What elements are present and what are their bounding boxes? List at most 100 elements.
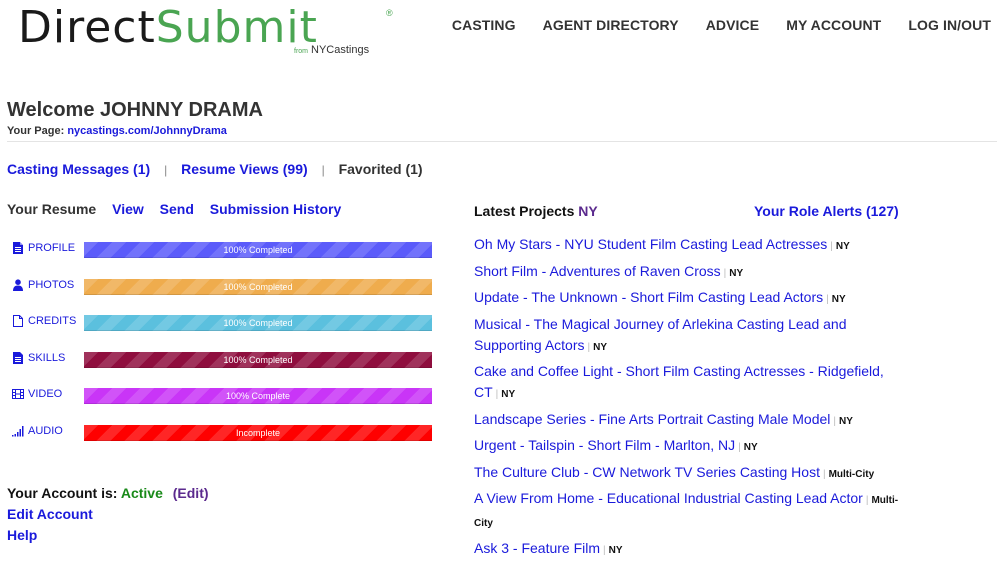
your-page-link[interactable]: nycastings.com/JohnnyDrama — [67, 125, 227, 137]
role-alerts-link[interactable]: Your Role Alerts (127) — [754, 203, 899, 219]
resume-section-credits[interactable]: CREDITS 100% Completed — [12, 313, 432, 333]
progress-bar: 100% Completed — [84, 242, 432, 258]
resume-section-label[interactable]: SKILLS — [12, 352, 65, 364]
project-link[interactable]: Update - The Unknown - Short Film Castin… — [474, 289, 823, 305]
section-name: CREDITS — [28, 315, 77, 327]
account-status: Active — [120, 485, 163, 501]
resume-view-link[interactable]: View — [112, 201, 144, 217]
submission-history-link[interactable]: Submission History — [210, 201, 341, 217]
resume-section-label[interactable]: PROFILE — [12, 242, 75, 254]
nav-log-in-out[interactable]: LOG IN/OUT — [908, 17, 991, 33]
signal-icon — [12, 426, 24, 437]
nav-my-account[interactable]: MY ACCOUNT — [786, 17, 881, 33]
resume-section-label[interactable]: CREDITS — [12, 315, 76, 327]
account-panel: Your Account is: Active (Edit) Edit Acco… — [7, 483, 209, 546]
separator: | — [822, 468, 826, 480]
main-nav: CASTING AGENT DIRECTORY ADVICE MY ACCOUN… — [425, 17, 991, 33]
project-link[interactable]: Landscape Series - Fine Arts Portrait Ca… — [474, 411, 830, 427]
progress-fill: 100% Completed — [84, 279, 432, 295]
project-item: Landscape Series - Fine Arts Portrait Ca… — [474, 409, 904, 432]
separator: | — [587, 341, 591, 353]
project-location: NY — [835, 241, 850, 252]
project-link[interactable]: Oh My Stars - NYU Student Film Casting L… — [474, 236, 827, 252]
logo-from: from — [294, 48, 308, 55]
resume-section-label[interactable]: AUDIO — [12, 425, 63, 437]
resume-views-link[interactable]: Resume Views (99) — [181, 161, 308, 177]
account-edit-link[interactable]: (Edit) — [173, 485, 209, 501]
logo-wordmark: DirectSubmit — [18, 6, 318, 50]
project-link[interactable]: Urgent - Tailspin - Short Film - Marlton… — [474, 437, 735, 453]
projects-list: Oh My Stars - NYU Student Film Casting L… — [474, 234, 904, 564]
project-link[interactable]: Musical - The Magical Journey of Arlekin… — [474, 316, 847, 353]
section-name: AUDIO — [28, 425, 63, 437]
project-item: Urgent - Tailspin - Short Film - Marlton… — [474, 435, 904, 458]
latest-projects-heading: Latest Projects NY — [474, 203, 598, 219]
project-location: NY — [729, 267, 744, 279]
file-outline-icon — [13, 315, 23, 327]
your-page-label: Your Page: — [7, 125, 65, 137]
separator: | — [738, 442, 741, 453]
project-item: The Culture Club - CW Network TV Series … — [474, 462, 904, 485]
progress-bar: 100% Completed — [84, 315, 432, 331]
project-link[interactable]: Short Film - Adventures of Raven Cross — [474, 263, 721, 279]
your-page: Your Page: nycastings.com/JohnnyDrama — [7, 125, 227, 137]
progress-fill: 100% Complete — [84, 388, 432, 404]
separator: | — [321, 163, 325, 177]
section-name: PROFILE — [28, 242, 76, 254]
edit-account-link[interactable]: Edit Account — [7, 504, 209, 525]
nav-advice[interactable]: ADVICE — [706, 17, 760, 33]
progress-bar: 100% Completed — [84, 352, 432, 368]
resume-section-photos[interactable]: PHOTOS 100% Completed — [12, 277, 432, 297]
project-location: NY — [501, 389, 516, 400]
resume-section-label[interactable]: VIDEO — [12, 388, 62, 400]
project-location: NY — [608, 544, 623, 556]
casting-messages-link[interactable]: Casting Messages (1) — [7, 161, 150, 177]
stats-bar: Casting Messages (1) | Resume Views (99)… — [7, 161, 423, 177]
nav-agent-directory[interactable]: AGENT DIRECTORY — [543, 17, 679, 33]
divider — [7, 141, 997, 142]
separator: | — [495, 389, 499, 400]
separator: | — [833, 415, 836, 427]
resume-section-audio[interactable]: AUDIO Incomplete — [12, 423, 432, 443]
project-item: Musical - The Magical Journey of Arlekin… — [474, 314, 904, 358]
project-item: A View From Home - Educational Industria… — [474, 488, 904, 534]
separator: | — [865, 495, 869, 506]
film-icon — [12, 389, 24, 399]
account-label: Your Account is: — [7, 485, 118, 501]
progress-bar: 100% Completed — [84, 279, 432, 295]
nav-casting[interactable]: CASTING — [452, 17, 516, 33]
resume-heading: Your Resume — [7, 201, 97, 217]
document-icon — [13, 352, 23, 364]
resume-send-link[interactable]: Send — [160, 201, 194, 217]
resume-section-profile[interactable]: PROFILE 100% Completed — [12, 240, 432, 260]
section-name: VIDEO — [28, 388, 63, 400]
progress-fill: 100% Completed — [84, 315, 432, 331]
latest-projects-label: Latest Projects — [474, 203, 575, 219]
project-item: Update - The Unknown - Short Film Castin… — [474, 287, 904, 310]
project-link[interactable]: A View From Home - Educational Industria… — [474, 490, 863, 506]
project-item: Short Film - Adventures of Raven Cross | N… — [474, 261, 904, 284]
project-location: NY — [593, 341, 608, 353]
project-link[interactable]: Cake and Coffee Light - Short Film Casti… — [474, 363, 884, 400]
resume-header: Your Resume View Send Submission History — [7, 201, 341, 217]
project-location: NY — [831, 294, 846, 305]
progress-bar: Incomplete — [84, 425, 432, 441]
logo-subtitle: from NYCastings — [294, 44, 369, 56]
project-location: NY — [839, 415, 853, 427]
resume-section-video[interactable]: VIDEO 100% Complete — [12, 386, 432, 406]
section-name: SKILLS — [28, 352, 66, 364]
help-link[interactable]: Help — [7, 525, 209, 546]
directsubmit-logo[interactable]: DirectSubmit ® from NYCastings — [18, 6, 398, 58]
separator: | — [603, 544, 606, 556]
region-link[interactable]: NY — [578, 203, 597, 219]
resume-section-label[interactable]: PHOTOS — [12, 279, 74, 291]
separator: | — [164, 163, 168, 177]
resume-section-skills[interactable]: SKILLS 100% Completed — [12, 350, 432, 370]
project-link[interactable]: The Culture Club - CW Network TV Series … — [474, 464, 820, 480]
separator: | — [830, 241, 833, 252]
logo-part-direct: Direct — [18, 2, 156, 53]
progress-fill: 100% Completed — [84, 242, 432, 258]
separator: | — [723, 267, 727, 279]
project-link[interactable]: Ask 3 - Feature Film — [474, 540, 600, 556]
project-item: Oh My Stars - NYU Student Film Casting L… — [474, 234, 904, 257]
